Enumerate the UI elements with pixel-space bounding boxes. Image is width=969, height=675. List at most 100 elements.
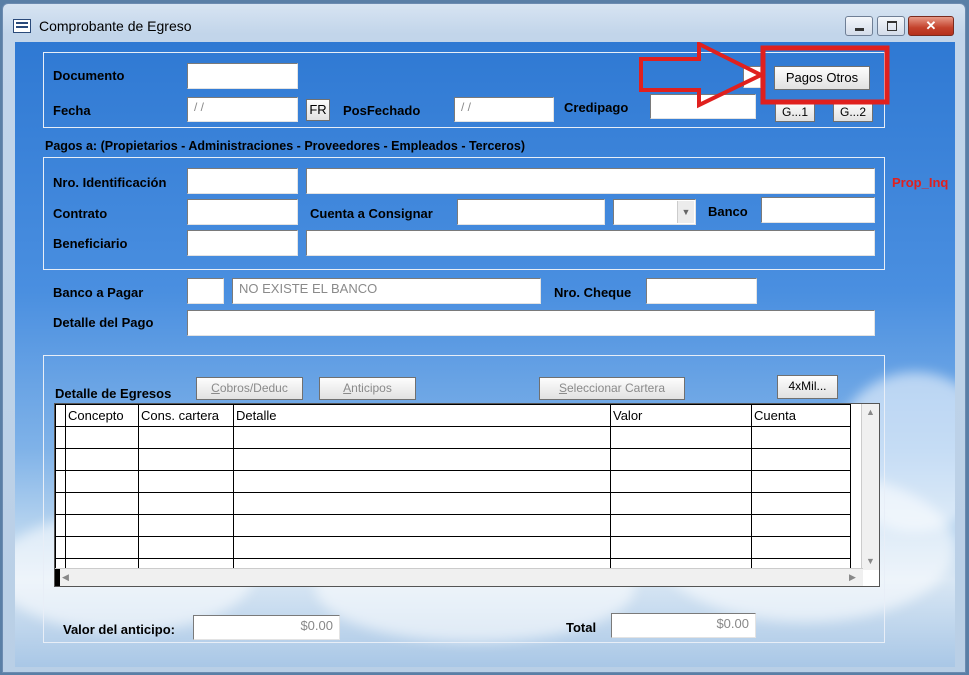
table-cell[interactable] <box>233 492 611 515</box>
window: Comprobante de Egreso Documento Pagos Ot… <box>2 3 966 673</box>
vertical-scrollbar[interactable]: ▲ ▼ <box>861 404 879 570</box>
scroll-down-icon[interactable]: ▼ <box>863 554 878 569</box>
seleccionar-cartera-button[interactable]: Seleccionar Cartera <box>539 377 685 400</box>
table-cell[interactable] <box>65 426 139 449</box>
fr-button[interactable]: FR <box>306 99 330 121</box>
tipo-cuenta-select[interactable]: ▼ <box>613 199 696 225</box>
banco-input[interactable] <box>761 197 875 223</box>
table-cell[interactable] <box>233 514 611 537</box>
egresos-table[interactable]: Concepto Cons. cartera Detalle Valor Cue… <box>54 403 880 587</box>
table-cell[interactable] <box>610 426 752 449</box>
prop-inq-label: Prop_Inq <box>892 175 949 190</box>
table-cell[interactable] <box>138 492 234 515</box>
table-cell[interactable] <box>610 448 752 471</box>
fecha-input[interactable]: / / <box>187 97 298 122</box>
nro-identificacion-input[interactable] <box>187 168 298 194</box>
table-cell[interactable] <box>138 536 234 559</box>
total-label: Total <box>566 620 597 635</box>
horizontal-scrollbar[interactable]: ◀ ▶ <box>55 568 863 586</box>
pagos-a-title: Pagos a: (Propietarios - Administracione… <box>45 139 525 153</box>
highlight-arrow-icon <box>639 42 890 109</box>
table-cell[interactable] <box>610 536 752 559</box>
table-cell[interactable] <box>751 536 851 559</box>
maximize-button[interactable] <box>877 16 905 36</box>
table-cell[interactable] <box>138 426 234 449</box>
window-title: Comprobante de Egreso <box>39 18 192 34</box>
identificacion-name-input[interactable] <box>306 168 875 194</box>
table-cell[interactable] <box>751 470 851 493</box>
close-button[interactable] <box>908 16 954 36</box>
cobros-deduc-button[interactable]: Cobros/Deduc <box>196 377 303 400</box>
scroll-up-icon[interactable]: ▲ <box>863 405 878 420</box>
table-cell[interactable] <box>138 448 234 471</box>
table-cell[interactable] <box>233 470 611 493</box>
column-header-cons-cartera[interactable]: Cons. cartera <box>138 404 234 427</box>
table-cell[interactable] <box>751 448 851 471</box>
contrato-label: Contrato <box>53 206 108 221</box>
row-selector[interactable] <box>55 536 66 559</box>
table-cell[interactable] <box>751 514 851 537</box>
cobros-hotkey: C <box>211 381 220 395</box>
table-cell[interactable] <box>65 536 139 559</box>
banco-pagar-name-field: NO EXISTE EL BANCO <box>232 278 541 304</box>
table-cell[interactable] <box>65 514 139 537</box>
posfechado-label: PosFechado <box>343 103 421 118</box>
table-row[interactable] <box>55 492 851 515</box>
table-header-row: Concepto Cons. cartera Detalle Valor Cue… <box>55 404 851 427</box>
table-cell[interactable] <box>233 426 611 449</box>
anticipos-label: nticipos <box>351 381 392 395</box>
table-cell[interactable] <box>65 448 139 471</box>
beneficiario-input[interactable] <box>187 230 298 256</box>
beneficiario-name-input[interactable] <box>306 230 875 256</box>
row-selector[interactable] <box>55 426 66 449</box>
table-cell[interactable] <box>610 470 752 493</box>
scroll-left-icon[interactable]: ◀ <box>58 570 73 585</box>
scroll-right-icon[interactable]: ▶ <box>845 570 860 585</box>
cuenta-consignar-label: Cuenta a Consignar <box>310 206 433 221</box>
valor-anticipo-input[interactable]: $0.00 <box>193 615 340 640</box>
table-cell[interactable] <box>233 536 611 559</box>
table-row[interactable] <box>55 514 851 537</box>
table-row[interactable] <box>55 536 851 559</box>
table-cell[interactable] <box>751 492 851 515</box>
contrato-input[interactable] <box>187 199 298 225</box>
table-cell[interactable] <box>610 492 752 515</box>
table-cell[interactable] <box>138 470 234 493</box>
grid-corner-marker <box>55 569 60 586</box>
form-body: Documento Pagos Otros Fecha / / FR PosFe… <box>15 42 955 667</box>
table-row[interactable] <box>55 426 851 449</box>
nro-cheque-input[interactable] <box>646 278 757 304</box>
row-selector[interactable] <box>55 470 66 493</box>
row-selector[interactable] <box>55 492 66 515</box>
title-bar[interactable]: Comprobante de Egreso <box>3 4 965 40</box>
table-cell[interactable] <box>65 492 139 515</box>
total-input: $0.00 <box>611 613 756 638</box>
documento-input[interactable] <box>187 63 298 89</box>
table-row[interactable] <box>55 470 851 493</box>
banco-pagar-code-input[interactable] <box>187 278 224 304</box>
documento-label: Documento <box>53 68 125 83</box>
beneficiario-label: Beneficiario <box>53 236 128 251</box>
detalle-pago-input[interactable] <box>187 310 875 336</box>
column-header-cuenta[interactable]: Cuenta <box>751 404 851 427</box>
column-header-detalle[interactable]: Detalle <box>233 404 611 427</box>
banco-pagar-label: Banco a Pagar <box>53 285 144 300</box>
table-cell[interactable] <box>610 514 752 537</box>
table-cell[interactable] <box>138 514 234 537</box>
credipago-label: Credipago <box>564 100 629 115</box>
table-cell[interactable] <box>233 448 611 471</box>
anticipos-button[interactable]: Anticipos <box>319 377 416 400</box>
row-selector[interactable] <box>55 448 66 471</box>
posfechado-input[interactable]: / / <box>454 97 554 122</box>
cuenta-consignar-input[interactable] <box>457 199 605 225</box>
table-cell[interactable] <box>65 470 139 493</box>
chevron-down-icon[interactable]: ▼ <box>677 201 694 223</box>
4xmil-button[interactable]: 4xMil... <box>777 375 838 399</box>
column-header-valor[interactable]: Valor <box>610 404 752 427</box>
column-header-concepto[interactable]: Concepto <box>65 404 139 427</box>
minimize-button[interactable] <box>845 16 873 36</box>
row-selector[interactable] <box>55 514 66 537</box>
table-row[interactable] <box>55 448 851 471</box>
table-cell[interactable] <box>751 426 851 449</box>
detalle-pago-label: Detalle del Pago <box>53 315 154 330</box>
